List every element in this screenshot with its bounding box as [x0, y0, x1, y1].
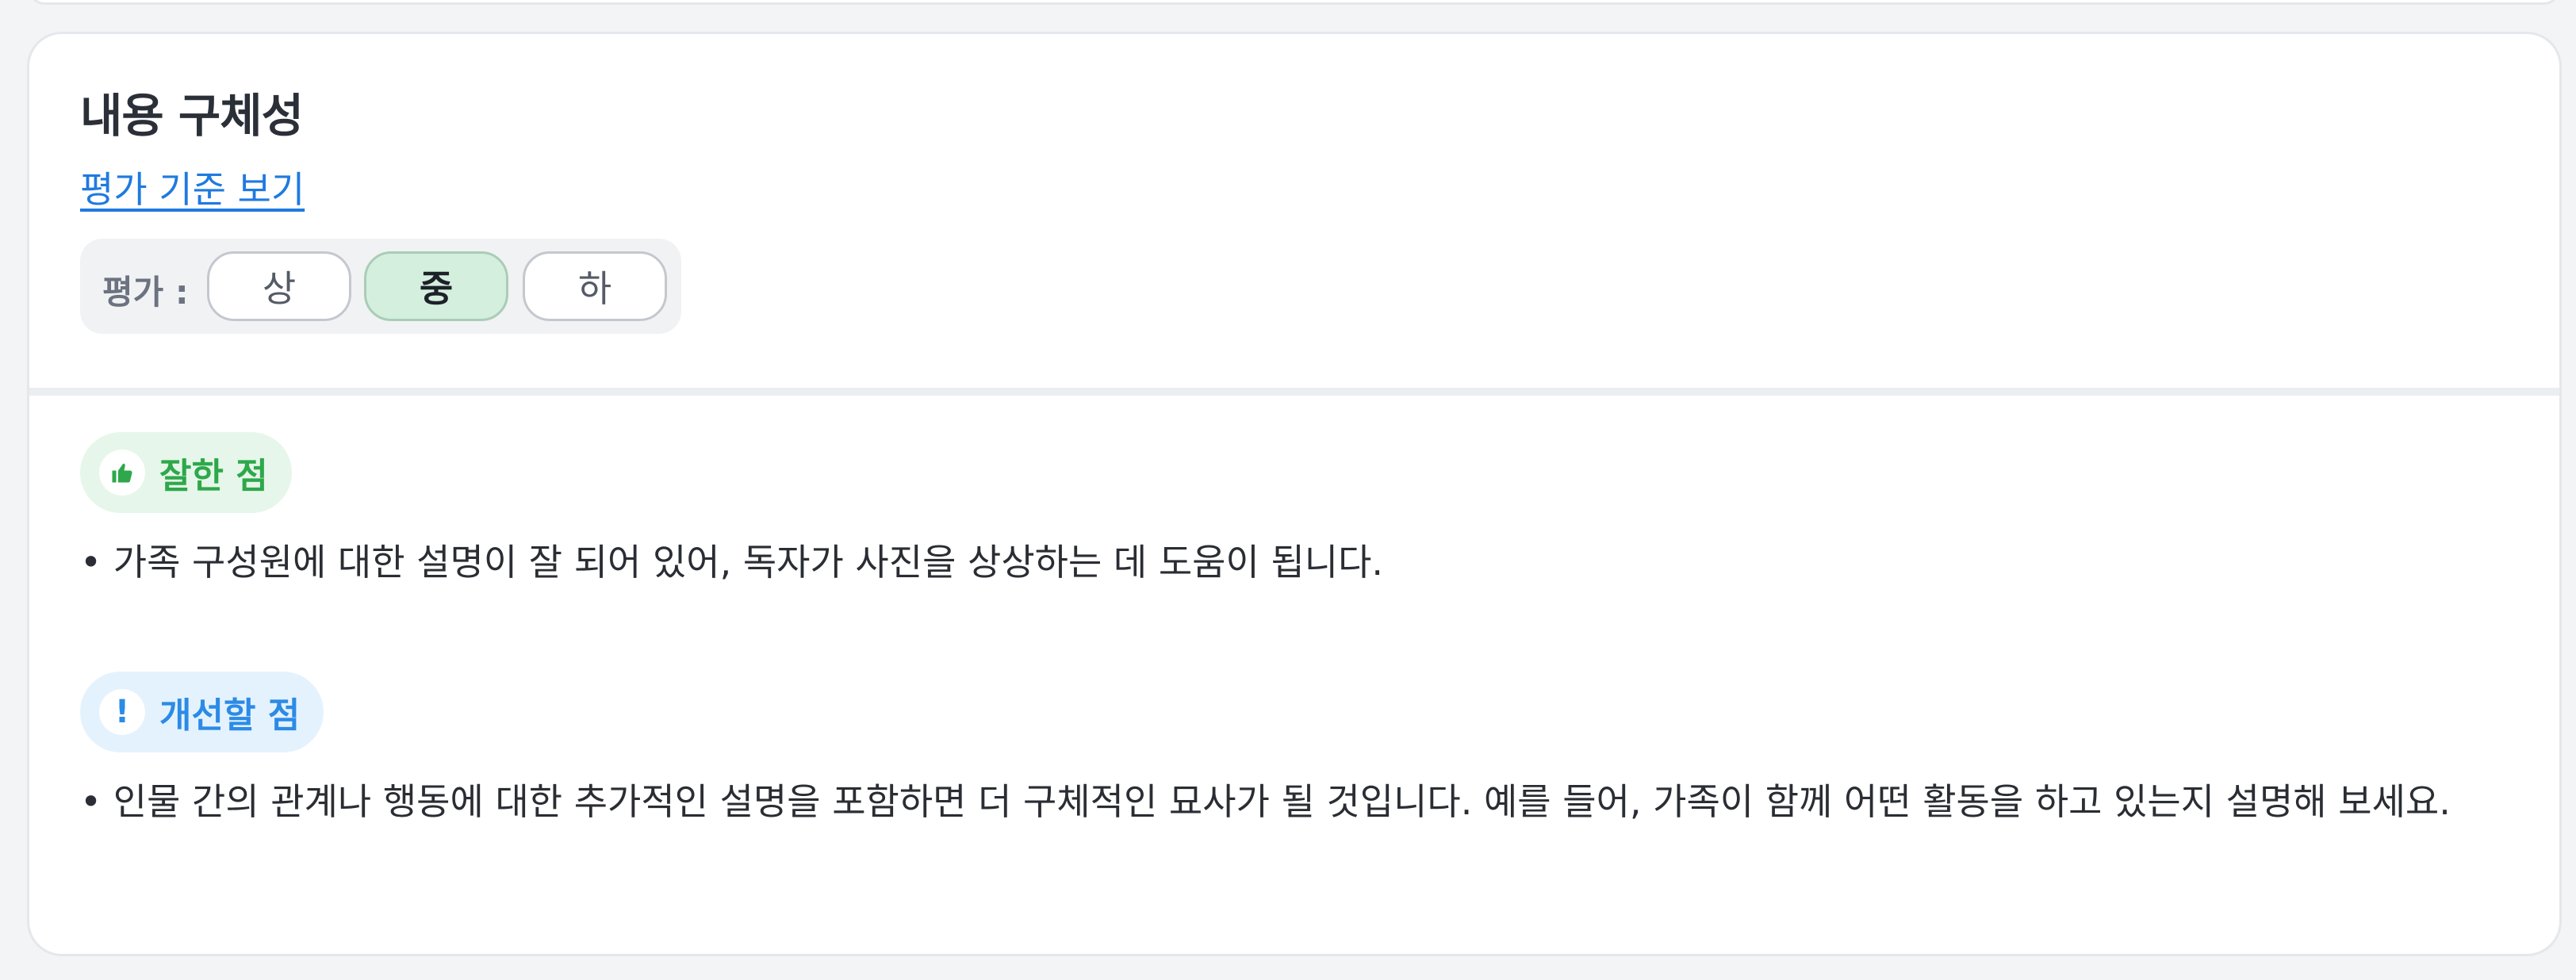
improvements-badge: ! 개선할 점 — [80, 672, 324, 752]
improvements-text: • 인물 간의 관계나 행동에 대한 추가적인 설명을 포함하면 더 구체적인 … — [80, 780, 2451, 823]
rating-button-medium[interactable]: 중 — [364, 251, 508, 321]
evaluation-card: 내용 구체성 평가 기준 보기 평가 : 상 중 하 잘한 점 • 가족 구성원… — [27, 32, 2562, 956]
feedback-section: 잘한 점 • 가족 구성원에 대한 설명이 잘 되어 있어, 독자가 사진을 상… — [29, 396, 2559, 954]
strengths-text: • 가족 구성원에 대한 설명이 잘 되어 있어, 독자가 사진을 상상하는 데… — [80, 541, 1384, 584]
evaluation-header: 내용 구체성 평가 기준 보기 평가 : 상 중 하 — [29, 34, 2559, 388]
strengths-label: 잘한 점 — [159, 456, 268, 496]
section-title: 내용 구체성 — [80, 89, 304, 143]
view-criteria-link[interactable]: 평가 기준 보기 — [80, 161, 305, 213]
previous-card-edge — [27, 0, 2562, 5]
strengths-badge: 잘한 점 — [80, 432, 292, 513]
rating-label: 평가 : — [102, 273, 189, 312]
section-divider — [29, 388, 2559, 396]
rating-button-high[interactable]: 상 — [207, 251, 351, 321]
rating-button-low[interactable]: 하 — [523, 251, 667, 321]
improvements-label: 개선할 점 — [159, 695, 301, 736]
rating-selector: 평가 : 상 중 하 — [80, 239, 681, 334]
exclamation-icon: ! — [99, 689, 145, 735]
thumbs-up-icon — [99, 450, 145, 496]
